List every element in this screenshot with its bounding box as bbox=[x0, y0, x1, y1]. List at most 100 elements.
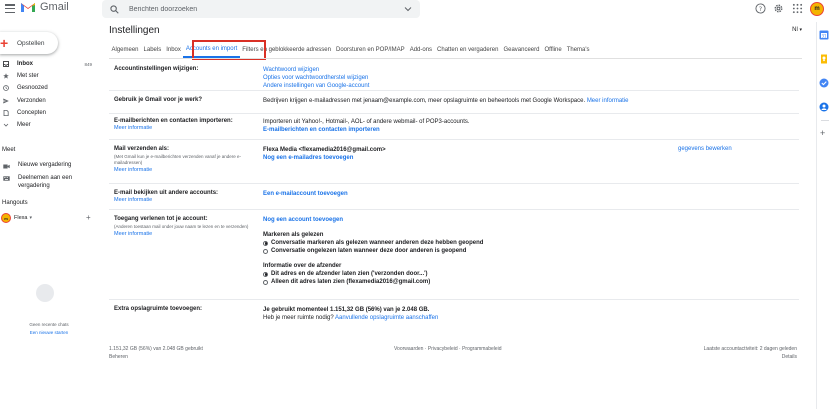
settings-row-grant-access: Toegang verlenen tot je account: (Andere… bbox=[109, 214, 799, 300]
tab-chat-meet[interactable]: Chatten en vergaderen bbox=[435, 42, 501, 58]
more-info-link[interactable]: Meer informatie bbox=[114, 231, 254, 237]
manage-storage-link[interactable]: Beheren bbox=[109, 354, 128, 360]
sidebar-item-starred[interactable]: Met ster bbox=[0, 70, 98, 82]
radio-unselected[interactable] bbox=[263, 279, 268, 285]
sidebar-item-label: Gesnoozed bbox=[17, 85, 48, 92]
policy-links[interactable]: Voorwaarden · Privacybeleid · Programmab… bbox=[394, 346, 502, 352]
tab-inbox[interactable]: Inbox bbox=[164, 42, 184, 58]
apps-grid-icon[interactable] bbox=[792, 3, 803, 14]
keep-icon[interactable] bbox=[819, 54, 829, 64]
app-name: Gmail bbox=[40, 1, 69, 13]
chat-bubble-icon bbox=[36, 284, 54, 302]
mark-read-option-read[interactable]: Conversatie markeren als gelezen wanneer… bbox=[263, 239, 483, 247]
sidebar-item-inbox[interactable]: Inbox 849 bbox=[0, 58, 98, 70]
more-info-link[interactable]: Meer informatie bbox=[114, 167, 254, 173]
sender-info-heading: Informatie over de afzender bbox=[263, 263, 342, 269]
send-icon bbox=[3, 98, 9, 104]
storage-need-more-text: Heb je meer ruimte nodig? bbox=[263, 315, 334, 321]
inbox-icon bbox=[3, 61, 9, 67]
tab-offline[interactable]: Offline bbox=[542, 42, 564, 58]
sender-info-option-address-only[interactable]: Alleen dit adres laten zien (flexamedia2… bbox=[263, 278, 483, 286]
search-input[interactable] bbox=[129, 5, 399, 13]
tab-general[interactable]: Algemeen bbox=[109, 42, 141, 58]
row-content: Bedrijven krijgen e-mailadressen met jen… bbox=[263, 97, 629, 105]
star-icon bbox=[3, 73, 9, 79]
tab-labels[interactable]: Labels bbox=[141, 42, 164, 58]
sidebar-item-label: Verzonden bbox=[17, 97, 46, 104]
workspace-more-info-link[interactable]: Meer informatie bbox=[587, 98, 629, 104]
get-addons-icon[interactable]: + bbox=[820, 128, 825, 138]
row-content: Wachtwoord wijzigen Opties voor wachtwoo… bbox=[263, 66, 369, 90]
gmail-logo[interactable]: Gmail bbox=[20, 1, 69, 13]
tab-filters[interactable]: Filters en geblokkeerde adressen bbox=[240, 42, 334, 58]
import-mail-contacts-link[interactable]: E-mailberichten en contacten importeren bbox=[263, 126, 470, 134]
search-options-icon[interactable] bbox=[404, 5, 412, 13]
sidebar-item-snoozed[interactable]: Gesnoozed bbox=[0, 82, 98, 94]
row-label: Toegang verlenen tot je account: (Andere… bbox=[114, 216, 254, 237]
radio-selected[interactable] bbox=[263, 240, 268, 246]
join-meeting-item[interactable]: Deelnemen aan een vergadering bbox=[0, 174, 98, 190]
sidebar: + Opstellen Inbox 849 Met ster Gesnoozed… bbox=[0, 22, 98, 409]
search-bar bbox=[102, 0, 420, 18]
more-info-link[interactable]: Meer informatie bbox=[114, 125, 254, 131]
hangouts-heading: Hangouts bbox=[2, 200, 28, 206]
tab-themes[interactable]: Thema's bbox=[564, 42, 592, 58]
tab-forwarding-pop-imap[interactable]: Doorsturen en POP/IMAP bbox=[333, 42, 407, 58]
add-contact-icon[interactable]: + bbox=[86, 213, 91, 222]
row-label-text: Mail verzenden als: bbox=[114, 146, 170, 152]
tasks-icon[interactable] bbox=[819, 78, 829, 88]
add-account-link[interactable]: Nog een account toevoegen bbox=[263, 216, 483, 224]
buy-storage-link[interactable]: Aanvullende opslagruimte aanschaffen bbox=[335, 315, 438, 321]
sidebar-item-sent[interactable]: Verzonden bbox=[0, 95, 98, 107]
main-menu-icon[interactable] bbox=[5, 4, 15, 14]
storage-usage-footer: 1.151,32 GB (56%) van 2.048 GB gebruikt bbox=[109, 346, 203, 352]
search-icon[interactable] bbox=[110, 4, 119, 14]
compose-button[interactable]: + Opstellen bbox=[0, 32, 58, 54]
keyboard-icon bbox=[3, 176, 10, 181]
row-label: Gebruik je Gmail voor je werk? bbox=[114, 97, 203, 103]
calendar-icon[interactable]: 31 bbox=[819, 30, 829, 40]
input-language-selector[interactable]: Nl ▾ bbox=[792, 27, 802, 33]
row-sublabel: (Met Gmail kun je e-mailberichten verzen… bbox=[114, 154, 242, 165]
change-password-link[interactable]: Wachtwoord wijzigen bbox=[263, 66, 369, 74]
gear-icon[interactable] bbox=[773, 3, 784, 14]
radio-label: Alleen dit adres laten zien (flexamedia2… bbox=[271, 279, 431, 285]
more-info-link[interactable]: Meer informatie bbox=[114, 197, 254, 203]
row-label: E-mailberichten en contacten importeren:… bbox=[114, 118, 254, 131]
sidebar-item-label: Meer bbox=[17, 122, 31, 129]
change-recovery-link[interactable]: Opties voor wachtwoordherstel wijzigen bbox=[263, 74, 369, 82]
other-google-settings-link[interactable]: Andere instellingen van Google-account bbox=[263, 82, 369, 90]
gmail-app: Gmail ? m bbox=[0, 0, 834, 409]
mark-read-option-unread[interactable]: Conversatie ongelezen laten wanneer deze… bbox=[263, 247, 483, 255]
settings-row-send-as: Mail verzenden als: (Met Gmail kun je e-… bbox=[109, 144, 799, 184]
page-title: Instellingen bbox=[109, 25, 160, 36]
radio-unselected[interactable] bbox=[263, 248, 268, 254]
tab-addons[interactable]: Add-ons bbox=[407, 42, 434, 58]
svg-text:?: ? bbox=[759, 5, 762, 13]
row-label-text: E-mail bekijken uit andere accounts: bbox=[114, 190, 219, 196]
start-new-chat-link[interactable]: Een nieuwe starten bbox=[0, 330, 98, 335]
tab-advanced[interactable]: Geavanceerd bbox=[501, 42, 542, 58]
row-label-text: E-mailberichten en contacten importeren: bbox=[114, 118, 233, 124]
import-text: Importeren uit Yahoo!-, Hotmail-, AOL- o… bbox=[263, 119, 470, 125]
hangouts-user[interactable]: m Flexa ▾ bbox=[0, 213, 32, 223]
help-icon[interactable]: ? bbox=[755, 3, 766, 14]
inbox-count: 849 bbox=[84, 61, 92, 67]
activity-details-link[interactable]: Details bbox=[782, 354, 797, 360]
sidebar-item-drafts[interactable]: Concepten bbox=[0, 107, 98, 119]
sidebar-item-label: Met ster bbox=[17, 73, 39, 80]
avatar: m bbox=[1, 213, 11, 223]
radio-label: Conversatie ongelezen laten wanneer deze… bbox=[271, 248, 467, 254]
sender-address: Flexa Media <flexamedia2016@gmail.com> bbox=[263, 147, 386, 153]
tab-accounts-import[interactable]: Accounts en import bbox=[183, 42, 240, 58]
edit-info-link[interactable]: gegevens bewerken bbox=[678, 146, 732, 152]
account-avatar[interactable]: m bbox=[810, 2, 824, 16]
contacts-icon[interactable] bbox=[819, 102, 829, 112]
radio-selected[interactable] bbox=[263, 271, 268, 277]
radio-label: Dit adres en de afzender laten zien ('ve… bbox=[271, 271, 428, 277]
add-email-address-link[interactable]: Nog een e-mailadres toevoegen bbox=[263, 154, 386, 162]
new-meeting-item[interactable]: Nieuwe vergadering bbox=[0, 162, 71, 170]
sidebar-item-more[interactable]: Meer bbox=[0, 119, 98, 131]
sender-info-option-both[interactable]: Dit adres en de afzender laten zien ('ve… bbox=[263, 270, 483, 278]
add-mail-account-link[interactable]: Een e-mailaccount toevoegen bbox=[263, 190, 348, 198]
